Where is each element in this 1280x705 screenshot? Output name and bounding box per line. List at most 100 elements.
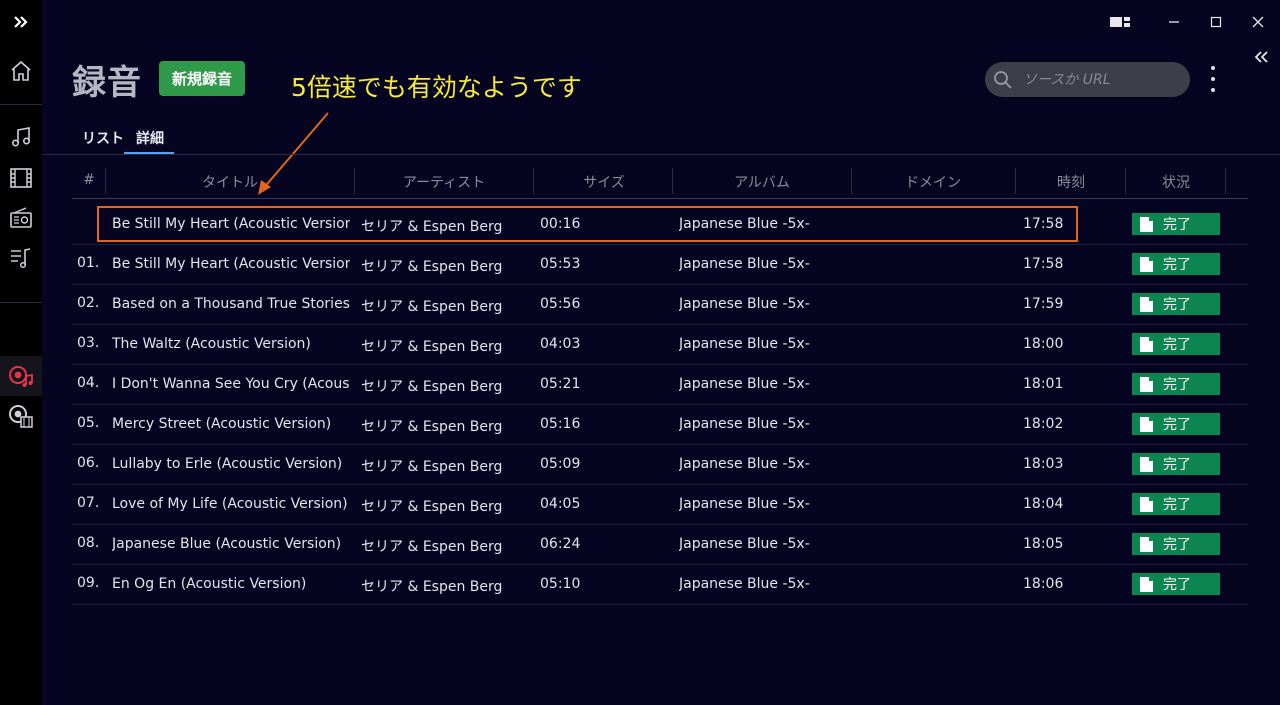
row-size: 06:24 [540, 536, 581, 552]
row-title: Be Still My Heart (Acoustic Version) [112, 256, 350, 272]
column-separator[interactable] [672, 168, 673, 194]
annotation-highlight-box [97, 206, 1078, 242]
table-row[interactable]: 06. Lullaby to Erle (Acoustic Version) セリア… [72, 445, 1248, 485]
column-header-album[interactable]: アルバム [734, 172, 790, 192]
row-size: 05:21 [540, 376, 581, 392]
film-icon[interactable] [7, 164, 35, 192]
status-label: 完了 [1163, 217, 1191, 233]
column-header-artist[interactable]: アーティスト [403, 172, 485, 192]
row-artist: セリア & Espen Berg [361, 459, 503, 475]
snap-layout-icon[interactable] [1106, 10, 1134, 34]
status-label: 完了 [1163, 297, 1191, 313]
row-album: Japanese Blue -5x- [679, 256, 810, 272]
minimize-icon[interactable] [1160, 10, 1188, 34]
row-size: 04:05 [540, 496, 581, 512]
record-music-icon[interactable] [7, 362, 35, 390]
table-row[interactable]: 03. The Waltz (Acoustic Version) セリア & Esp… [72, 325, 1248, 365]
row-title: Japanese Blue (Acoustic Version) [112, 536, 342, 552]
status-label: 完了 [1163, 377, 1191, 393]
sidebar [0, 0, 42, 705]
status-badge[interactable]: 完了 [1132, 253, 1220, 275]
table-row[interactable]: 01. Be Still My Heart (Acoustic Version) セ… [72, 245, 1248, 285]
table-row[interactable]: 02. Based on a Thousand True Stories (A..… [72, 285, 1248, 325]
more-options-icon[interactable] [1203, 66, 1223, 92]
search-box[interactable] [985, 62, 1190, 97]
collapse-panel-icon[interactable] [1252, 48, 1272, 66]
status-badge[interactable]: 完了 [1132, 333, 1220, 355]
status-label: 完了 [1163, 417, 1191, 433]
row-number: 05. [77, 415, 100, 431]
row-title: The Waltz (Acoustic Version) [112, 336, 311, 352]
radio-icon[interactable] [7, 204, 35, 232]
annotation-text: 5倍速でも有効なようです [291, 73, 582, 102]
status-label: 完了 [1163, 497, 1191, 513]
document-icon [1140, 376, 1153, 392]
status-badge[interactable]: 完了 [1132, 453, 1220, 475]
row-album: Japanese Blue -5x- [679, 576, 810, 592]
table-row[interactable]: 09. En Og En (Acoustic Version) セリア & Espe… [72, 565, 1248, 605]
row-size: 04:03 [540, 336, 581, 352]
annotation-arrow [258, 112, 329, 195]
column-separator[interactable] [1015, 168, 1016, 194]
maximize-icon[interactable] [1202, 10, 1230, 34]
document-icon [1140, 296, 1153, 312]
table-row[interactable]: 04. I Don't Wanna See You Cry (Acoustic..… [72, 365, 1248, 405]
column-header-status[interactable]: 状況 [1162, 172, 1190, 192]
row-album: Japanese Blue -5x- [679, 416, 810, 432]
row-artist: セリア & Espen Berg [361, 259, 503, 275]
search-input[interactable] [1021, 70, 1175, 89]
home-icon[interactable] [7, 57, 35, 85]
sidebar-divider [0, 302, 42, 303]
row-time: 18:02 [1023, 416, 1064, 432]
row-time: 18:05 [1023, 536, 1064, 552]
row-size: 05:10 [540, 576, 581, 592]
row-time: 18:06 [1023, 576, 1064, 592]
tab-list[interactable]: リスト [82, 128, 124, 148]
row-title: Mercy Street (Acoustic Version) [112, 416, 332, 432]
new-recording-button[interactable]: 新規録音 [159, 61, 245, 96]
status-badge[interactable]: 完了 [1132, 293, 1220, 315]
column-separator[interactable] [354, 168, 355, 194]
column-header-title[interactable]: タイトル [202, 172, 258, 192]
row-size: 05:16 [540, 416, 581, 432]
table-row[interactable]: 05. Mercy Street (Acoustic Version) セリア & … [72, 405, 1248, 445]
column-header-domain[interactable]: ドメイン [905, 172, 961, 192]
row-number: 09. [77, 575, 100, 591]
close-icon[interactable] [1244, 10, 1272, 34]
tab-details[interactable]: 詳細 [136, 128, 164, 148]
status-badge[interactable]: 完了 [1132, 413, 1220, 435]
row-artist: セリア & Espen Berg [361, 499, 503, 515]
document-icon [1140, 456, 1153, 472]
column-header-number[interactable]: # [83, 172, 95, 188]
status-badge[interactable]: 完了 [1132, 533, 1220, 555]
status-badge[interactable]: 完了 [1132, 573, 1220, 595]
row-time: 18:01 [1023, 376, 1064, 392]
status-label: 完了 [1163, 257, 1191, 273]
status-badge[interactable]: 完了 [1132, 213, 1220, 235]
row-artist: セリア & Espen Berg [361, 339, 503, 355]
music-icon[interactable] [7, 123, 35, 151]
column-separator[interactable] [105, 168, 106, 194]
table-row[interactable]: 07. Love of My Life (Acoustic Version) セリア… [72, 485, 1248, 525]
row-title: I Don't Wanna See You Cry (Acoustic... [112, 376, 350, 392]
row-title: Based on a Thousand True Stories (A... [112, 296, 350, 312]
record-video-icon[interactable] [7, 402, 35, 430]
status-badge[interactable]: 完了 [1132, 373, 1220, 395]
column-separator[interactable] [851, 168, 852, 194]
status-label: 完了 [1163, 337, 1191, 353]
column-separator[interactable] [1125, 168, 1126, 194]
row-artist: セリア & Espen Berg [361, 299, 503, 315]
column-separator[interactable] [1225, 168, 1226, 194]
column-separator[interactable] [533, 168, 534, 194]
row-album: Japanese Blue -5x- [679, 456, 810, 472]
column-header-time[interactable]: 時刻 [1057, 172, 1085, 192]
document-icon [1140, 256, 1153, 272]
row-time: 17:58 [1023, 256, 1064, 272]
status-badge[interactable]: 完了 [1132, 493, 1220, 515]
table-row[interactable]: 08. Japanese Blue (Acoustic Version) セリア &… [72, 525, 1248, 565]
expand-icon[interactable] [7, 8, 35, 36]
column-header-size[interactable]: サイズ [583, 172, 625, 192]
row-time: 17:59 [1023, 296, 1064, 312]
playlist-icon[interactable] [7, 244, 35, 272]
row-number: 07. [77, 495, 100, 511]
